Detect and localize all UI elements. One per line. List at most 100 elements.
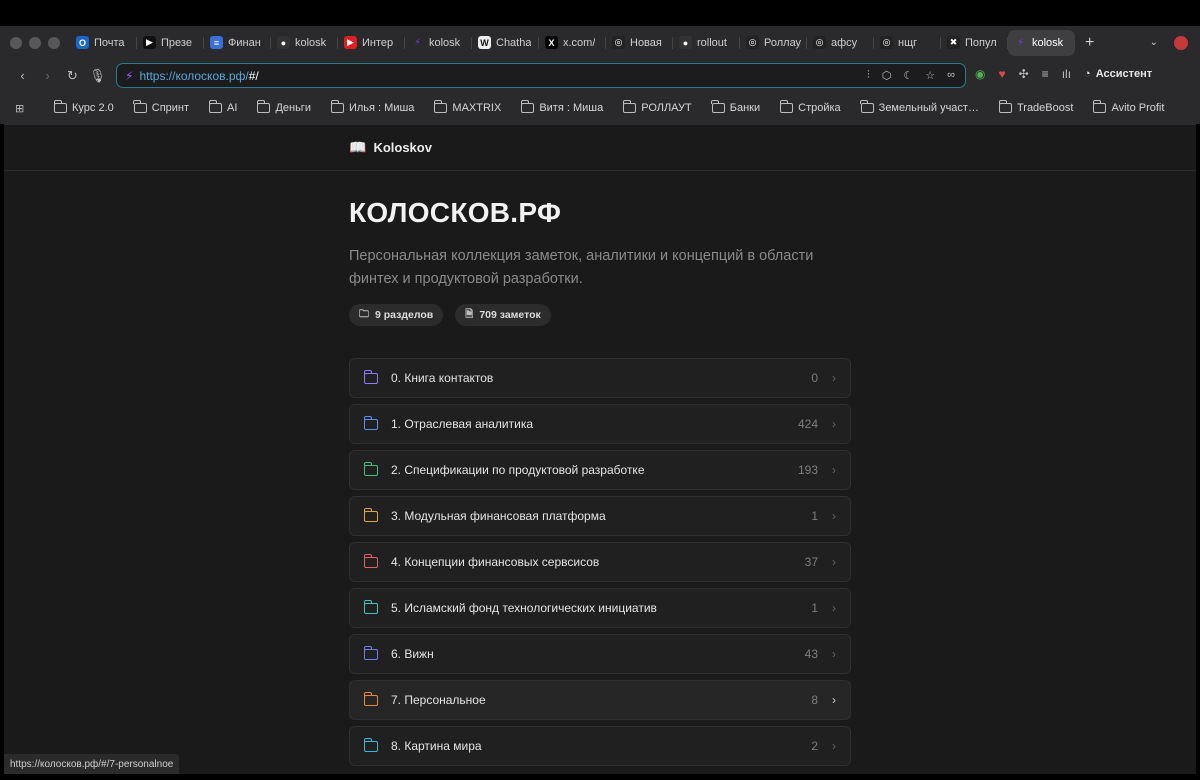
new-tab-button[interactable]: + [1085,34,1094,52]
tab-12[interactable]: ◎ нщг [874,30,941,56]
tab-10[interactable]: ◎ Роллау [740,30,807,56]
tab-14[interactable]: ⚡ kolosk [1008,29,1075,56]
folder-icon [330,100,344,113]
section-row[interactable]: 8. Картина мира 2 › [349,726,851,766]
folder-icon [53,100,67,113]
globe-extension-icon[interactable]: ◉ [975,67,985,81]
section-note-count: 8 [811,693,818,707]
bookmark-folder-9[interactable]: Стройка [779,100,841,114]
tab-3[interactable]: ● kolosk [271,30,338,56]
tab-search-chevron-icon[interactable]: ⌄ [1150,37,1158,48]
tab-11[interactable]: ◎ афсу [807,30,874,56]
folder-icon [363,691,378,706]
microphone-icon[interactable]: 🎙 [85,68,110,84]
puzzle-extensions-icon[interactable]: ✣ [1019,67,1029,81]
tab-1[interactable]: ▶ Презе [137,30,204,56]
tab-13[interactable]: ✖ Попул [941,30,1008,56]
tab-label: Интер [362,36,394,49]
bookmark-folder-12[interactable]: Avito Profit [1093,100,1164,114]
tab-label: Роллау [764,36,801,49]
minimize-window-button[interactable] [29,36,41,49]
section-title: 2. Спецификации по продуктовой разработк… [391,463,645,477]
section-row[interactable]: 4. Концепции финансовых сервсисов 37 › [349,542,851,582]
reload-button[interactable]: ↻ [60,68,85,84]
assistant-button[interactable]: ◔ Ассистент [1084,68,1152,80]
bookmark-folder-3[interactable]: Деньги [257,100,311,114]
bookmark-folder-11[interactable]: TradeBoost [998,100,1073,114]
tab-label: Новая [630,36,662,49]
openai-icon: ◎ [612,36,625,49]
bookmark-folder-1[interactable]: Спринт [133,100,189,114]
folder-icon [779,100,794,113]
document-icon: 🗎 [465,308,474,320]
x-icon: X [545,36,558,49]
bookmark-folder-6[interactable]: Витя : Миша [521,100,603,114]
close-window-button[interactable] [10,36,22,49]
main-content: КОЛОСКОВ.РФ Персональная коллекция замет… [349,197,851,766]
tab-label: kolosk [295,36,327,49]
assistant-icon: ◔ [1084,68,1091,80]
brand-link[interactable]: 📖 Koloskov [349,139,432,156]
tab-9[interactable]: ● rollout [673,30,740,56]
apps-grid-icon[interactable]: ⊞ [15,102,37,115]
sections-count-label: 9 разделов [375,309,434,321]
bookmark-folder-8[interactable]: Банки [711,100,760,114]
section-row[interactable]: 6. Вижн 43 › [349,634,851,674]
link-icon[interactable]: ∞ [947,69,955,82]
section-row[interactable]: 3. Модульная финансовая платформа 1 › [349,496,851,536]
folder-icon [363,369,378,384]
bookmark-folder-2[interactable]: AI [208,100,237,114]
bookmark-folder-0[interactable]: Курс 2.0 [53,100,114,114]
bookmarks-list: Курс 2.0 Спринт AI Деньги Илья : Миша MAXTRIX… [53,100,1184,114]
forward-button[interactable]: › [35,68,60,83]
folder-icon [622,100,637,113]
bookmark-folder-5[interactable]: MAXTRIX [434,100,501,114]
tab-2[interactable]: ≡ Финан [204,30,271,56]
folder-icon [521,100,535,113]
folder-icon [363,461,378,476]
section-row[interactable]: 0. Книга контактов 0 › [349,358,851,398]
folder-icon [363,645,378,660]
folder-icon [257,100,271,113]
tab-4[interactable]: ▶ Интер [338,30,405,56]
section-row[interactable]: 7. Персональное 8 › [349,680,851,720]
tab-6[interactable]: W Chatha [472,30,539,56]
section-note-count: 1 [811,509,818,523]
window-controls [10,36,60,49]
sections-count-badge: 🗀 9 разделов [349,304,444,326]
shield-icon[interactable]: ⬡ [882,69,892,82]
section-row[interactable]: 1. Отраслевая аналитика 424 › [349,404,851,444]
heart-extension-icon[interactable]: ♥ [998,67,1005,81]
bookmark-star-icon[interactable]: ☆ [925,69,935,82]
tab-label: Chatha [496,36,532,49]
assistant-label: Ассистент [1095,68,1153,80]
maximize-window-button[interactable] [48,36,60,49]
address-bar[interactable]: ⚡ https://колосков.рф/#/ ⫶ ⬡ ☾ ☆ ∞ [116,63,966,88]
audio-wave-icon[interactable]: ılı [1062,67,1071,81]
tab-8[interactable]: ◎ Новая [606,30,673,56]
section-title: 3. Модульная финансовая платформа [391,509,606,523]
bookmark-folder-4[interactable]: Илья : Миша [330,100,414,114]
toolbar: ‹ › ↻ 🎙 ⚡ https://колосков.рф/#/ ⫶ ⬡ ☾ ☆… [0,59,1200,92]
github-icon: ● [679,36,692,49]
back-button[interactable]: ‹ [10,68,35,83]
folder-icon [363,737,378,752]
tab-7[interactable]: Xx.com/ [539,30,606,56]
tab-strip-controls: ⌄ [1150,35,1188,50]
bookmark-folder-7[interactable]: РОЛЛАУТ [622,100,692,114]
chevron-right-icon: › [832,601,836,615]
bookmark-folder-10[interactable]: Земельный участ… [860,100,979,114]
section-row[interactable]: 5. Исламский фонд технологических инициа… [349,588,851,628]
dark-mode-icon[interactable]: ☾ [903,69,913,82]
wikipedia-icon: W [478,36,491,49]
section-note-count: 2 [811,739,818,753]
section-title: 1. Отраслевая аналитика [391,417,534,431]
tab-5[interactable]: ⚡ kolosk [405,30,472,56]
menu-icon[interactable]: ≡ [1042,67,1049,81]
site-settings-icon[interactable]: ⫶ [867,69,870,82]
omnibox-actions: ⫶ ⬡ ☾ ☆ ∞ [867,69,955,82]
section-row[interactable]: 2. Спецификации по продуктовой разработк… [349,450,851,490]
profile-avatar[interactable] [1174,35,1188,50]
folder-icon [363,553,378,568]
tab-0[interactable]: O Почта [70,30,137,56]
